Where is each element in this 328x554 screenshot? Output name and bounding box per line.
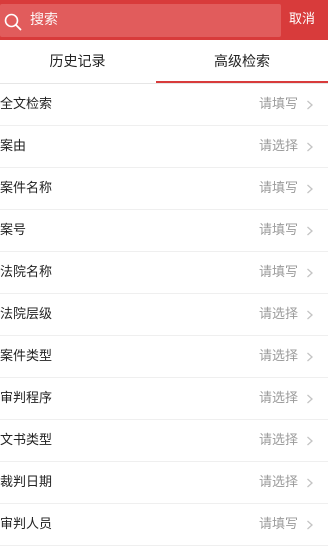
row-label: 文书类型	[0, 433, 53, 448]
row-value: 请选择	[258, 307, 298, 322]
chevron-right-icon	[307, 520, 313, 530]
chevron-right-icon	[307, 436, 313, 446]
search-bar: 取消	[0, 0, 328, 40]
row-label: 审判人员	[0, 517, 53, 532]
row-label: 案由	[0, 139, 27, 154]
row-label: 法院名称	[0, 265, 53, 280]
search-field[interactable]	[0, 4, 281, 37]
chevron-right-icon	[307, 310, 313, 320]
row-label: 法院层级	[0, 307, 53, 322]
chevron-right-icon	[307, 142, 313, 152]
row-document-type[interactable]: 文书类型 请选择	[0, 420, 328, 462]
row-case-type[interactable]: 案件类型 请选择	[0, 336, 328, 378]
cancel-button[interactable]: 取消	[289, 0, 328, 40]
advanced-search-page: 取消 历史记录 高级检索 全文检索 请填写 案由 请选择 案件名称 请填写 案号…	[0, 0, 328, 554]
chevron-right-icon	[307, 268, 313, 278]
row-court-name[interactable]: 法院名称 请填写	[0, 252, 328, 294]
row-value: 请选择	[258, 349, 298, 364]
row-judges[interactable]: 审判人员 请填写	[0, 504, 328, 546]
row-trial-procedure[interactable]: 审判程序 请选择	[0, 378, 328, 420]
chevron-right-icon	[307, 184, 313, 194]
row-label: 案号	[0, 223, 27, 238]
row-value: 请填写	[258, 97, 298, 112]
row-value: 请填写	[258, 223, 298, 238]
row-value: 请选择	[258, 433, 298, 448]
chevron-right-icon	[307, 478, 313, 488]
row-full-text-search[interactable]: 全文检索 请填写	[0, 84, 328, 126]
chevron-right-icon	[307, 226, 313, 236]
row-cause-of-action[interactable]: 案由 请选择	[0, 126, 328, 168]
row-court-level[interactable]: 法院层级 请选择	[0, 294, 328, 336]
tab-history[interactable]: 历史记录	[0, 40, 155, 84]
row-label: 案件类型	[0, 349, 53, 364]
row-judgment-date[interactable]: 裁判日期 请选择	[0, 462, 328, 504]
tab-bar: 历史记录 高级检索	[0, 40, 328, 84]
search-criteria-list: 全文检索 请填写 案由 请选择 案件名称 请填写 案号 请填写 法院名称 请填写…	[0, 84, 328, 546]
search-icon	[4, 13, 22, 31]
chevron-right-icon	[307, 394, 313, 404]
row-value: 请选择	[258, 139, 298, 154]
chevron-right-icon	[307, 352, 313, 362]
row-value: 请填写	[258, 265, 298, 280]
row-label: 全文检索	[0, 97, 53, 112]
search-input[interactable]	[30, 4, 270, 37]
row-label: 案件名称	[0, 181, 53, 196]
row-value: 请选择	[258, 391, 298, 406]
row-value: 请填写	[258, 181, 298, 196]
row-value: 请填写	[258, 517, 298, 532]
row-label: 审判程序	[0, 391, 53, 406]
row-value: 请选择	[258, 475, 298, 490]
row-case-number[interactable]: 案号 请填写	[0, 210, 328, 252]
row-label: 裁判日期	[0, 475, 53, 490]
chevron-right-icon	[307, 100, 313, 110]
tab-advanced-search[interactable]: 高级检索	[156, 40, 328, 84]
row-case-name[interactable]: 案件名称 请填写	[0, 168, 328, 210]
